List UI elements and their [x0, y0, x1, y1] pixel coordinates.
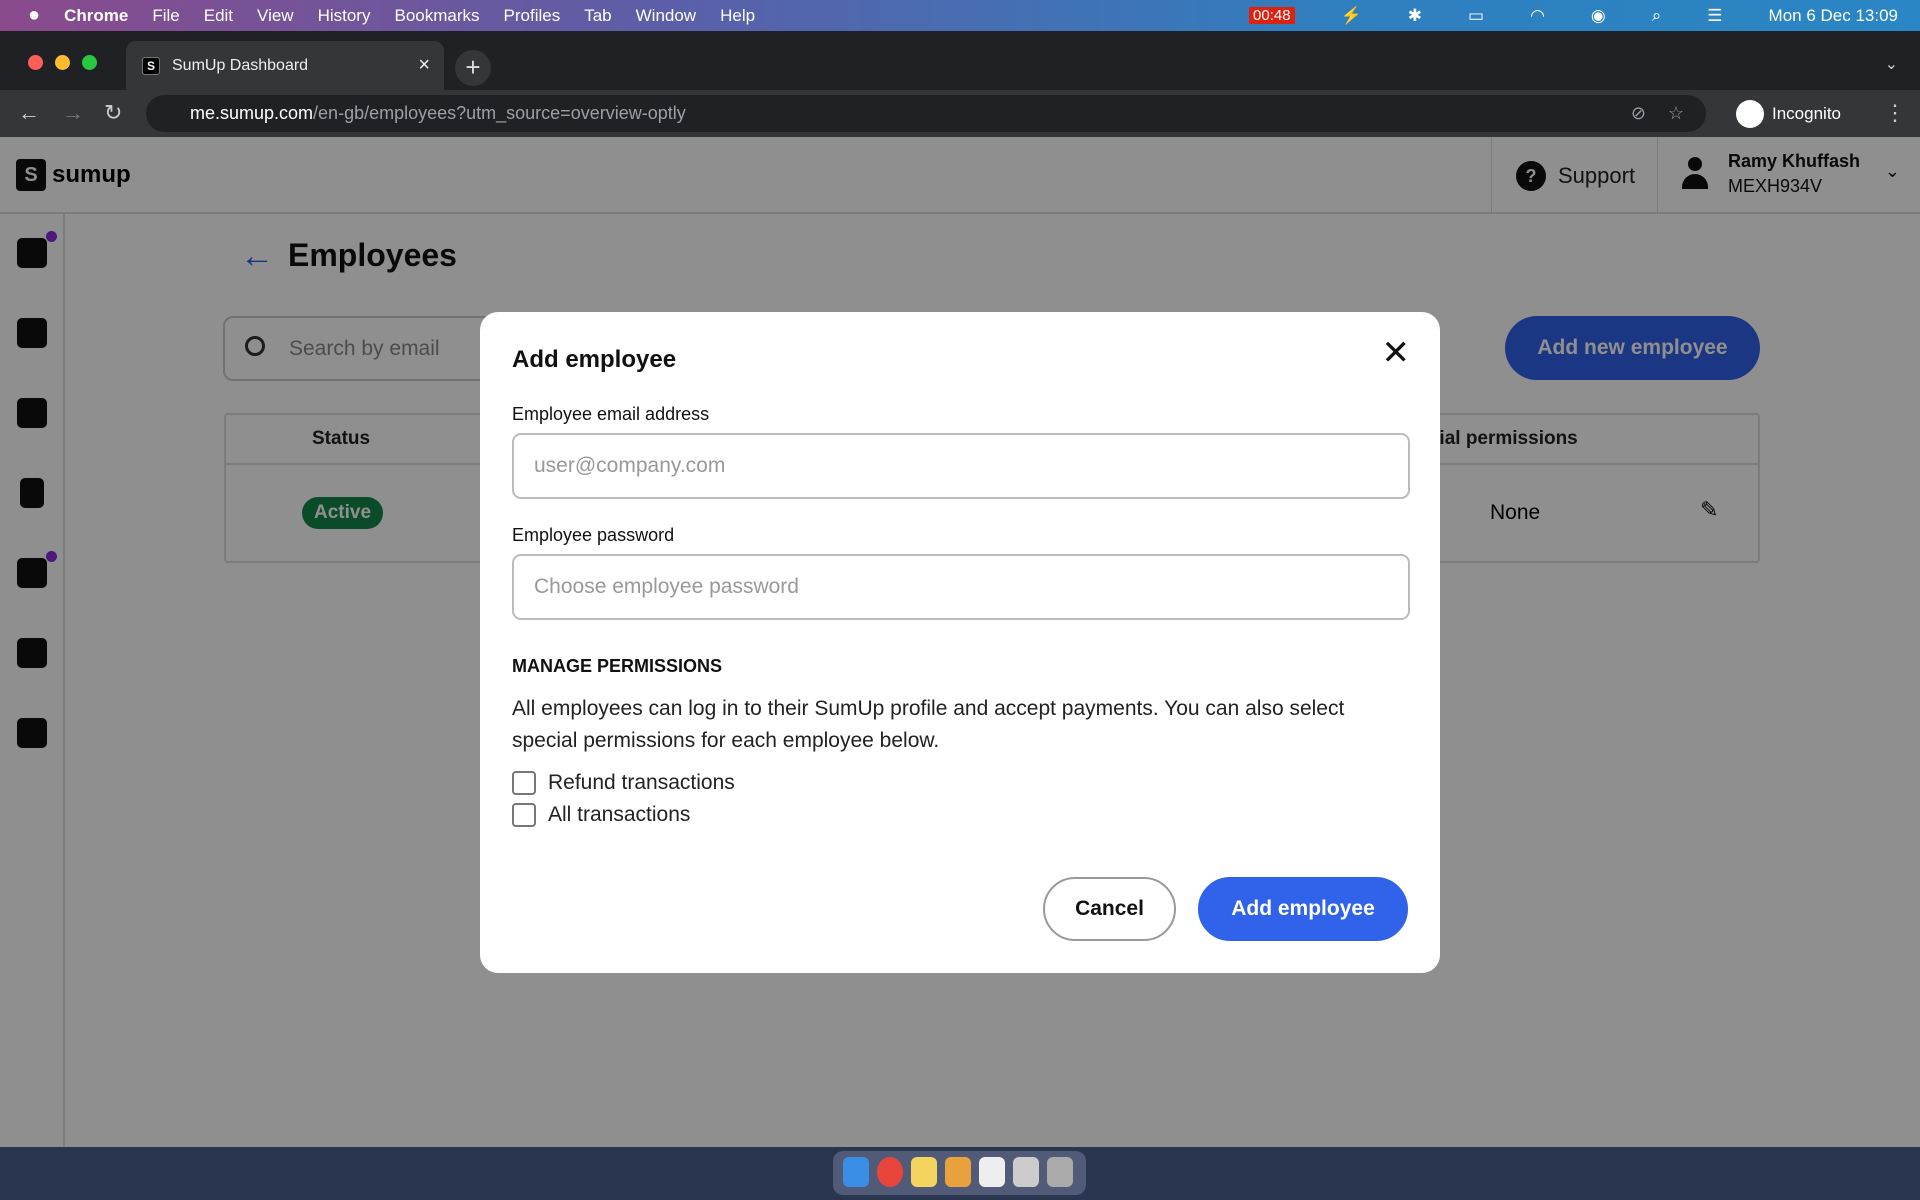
clock[interactable]: Mon 6 Dec 13:09	[1769, 6, 1898, 26]
password-label: Employee password	[512, 525, 675, 545]
bookmark-star-icon[interactable]: ☆	[1668, 95, 1684, 132]
url-path: /en-gb/employees?utm_source=overview-opt…	[313, 103, 686, 123]
permissions-heading: MANAGE PERMISSIONS	[512, 656, 723, 676]
menu-file[interactable]: File	[152, 6, 179, 26]
tab-list-chevron-icon[interactable]: ⌄	[1885, 54, 1898, 74]
checkbox-box[interactable]	[512, 771, 536, 795]
macos-menu-bar: ● Chrome File Edit View History Bookmark…	[0, 0, 1920, 31]
sumup-favicon: S	[142, 57, 160, 75]
wifi-icon[interactable]: ◠	[1530, 6, 1545, 26]
recording-timer[interactable]: 00:48	[1249, 7, 1295, 24]
address-bar-row: ← → ↻ me.sumup.com/en-gb/employees?utm_s…	[0, 90, 1920, 137]
checkbox-box[interactable]	[512, 803, 536, 827]
dialog-title: Add employee	[512, 346, 677, 373]
menu-bookmarks[interactable]: Bookmarks	[394, 6, 479, 26]
url-bar[interactable]: me.sumup.com/en-gb/employees?utm_source=…	[146, 95, 1706, 132]
battery-icon[interactable]: ▭	[1468, 6, 1484, 26]
reload-icon[interactable]: ↻	[104, 100, 122, 126]
url-host: me.sumup.com	[190, 103, 314, 123]
close-window-button[interactable]	[28, 55, 43, 70]
menu-view[interactable]: View	[257, 6, 294, 26]
menu-help[interactable]: Help	[720, 6, 755, 26]
tab-title: SumUp Dashboard	[172, 56, 309, 74]
apple-icon[interactable]: ●	[28, 4, 40, 27]
close-icon[interactable]: ✕	[1382, 336, 1411, 370]
add-employee-button[interactable]: Add employee	[1198, 877, 1408, 941]
back-icon[interactable]: ←	[18, 100, 40, 126]
all-transactions-checkbox[interactable]: All transactions	[512, 799, 1408, 831]
email-label: Employee email address	[512, 404, 710, 424]
close-tab-icon[interactable]: ×	[418, 54, 430, 77]
document-icon[interactable]	[979, 1157, 1005, 1187]
checkbox-label: All transactions	[548, 803, 691, 826]
finder-icon[interactable]	[843, 1157, 869, 1187]
forward-icon[interactable]: →	[62, 100, 84, 126]
add-employee-dialog: Add employee ✕ Employee email address Em…	[480, 312, 1440, 973]
control-center-icon[interactable]: ☰	[1707, 6, 1722, 26]
profile-label: Incognito	[1772, 104, 1841, 123]
incognito-profile[interactable]: Incognito	[1736, 95, 1841, 132]
preview-icon[interactable]	[1013, 1157, 1039, 1187]
minimize-window-button[interactable]	[55, 55, 70, 70]
refund-transactions-checkbox[interactable]: Refund transactions	[512, 767, 1408, 799]
new-tab-button[interactable]: +	[455, 50, 491, 86]
checkbox-label: Refund transactions	[548, 771, 735, 794]
notes-icon[interactable]	[911, 1157, 937, 1187]
app-icon[interactable]	[945, 1157, 971, 1187]
menu-window[interactable]: Window	[636, 6, 696, 26]
spotlight-icon[interactable]: ⌕	[1652, 6, 1662, 26]
password-field[interactable]	[512, 554, 1410, 620]
email-field[interactable]	[512, 433, 1410, 499]
permissions-description: All employees can log in to their SumUp …	[512, 697, 1345, 752]
user-icon[interactable]: ◉	[1591, 6, 1606, 26]
menu-profiles[interactable]: Profiles	[504, 6, 561, 26]
incognito-icon	[1736, 99, 1764, 128]
dock	[833, 1151, 1086, 1195]
tracking-off-icon[interactable]: ⊘	[1631, 95, 1646, 132]
trash-icon[interactable]	[1047, 1157, 1073, 1187]
chrome-icon[interactable]	[877, 1157, 903, 1187]
more-menu-icon[interactable]: ⋮	[1884, 100, 1906, 126]
bluetooth-icon[interactable]: ✱	[1408, 6, 1422, 26]
menu-history[interactable]: History	[318, 6, 371, 26]
bolt-icon[interactable]: ⚡	[1341, 6, 1362, 26]
menu-edit[interactable]: Edit	[204, 6, 233, 26]
menu-app-name[interactable]: Chrome	[64, 6, 128, 26]
menu-tab[interactable]: Tab	[584, 6, 611, 26]
browser-tab[interactable]: S SumUp Dashboard ×	[126, 41, 444, 90]
cancel-button[interactable]: Cancel	[1043, 877, 1176, 941]
maximize-window-button[interactable]	[82, 55, 97, 70]
